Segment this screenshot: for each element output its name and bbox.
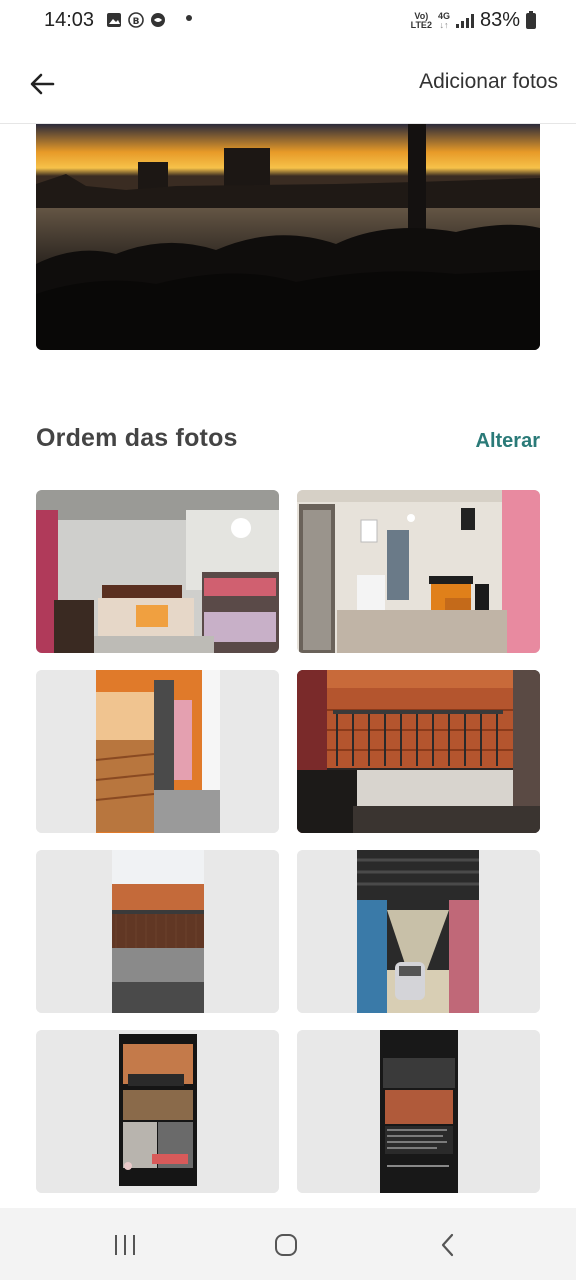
- change-order-link[interactable]: Alterar: [476, 430, 540, 453]
- balcony-view-image: [297, 670, 540, 833]
- kitchen-image: [297, 490, 540, 653]
- status-right: Vo) LTE2 4G ↓↑ 83%: [411, 9, 536, 32]
- network-type-indicator: 4G ↓↑: [437, 10, 450, 30]
- battery-icon: [526, 10, 536, 29]
- photo-tile-kitchen[interactable]: [297, 490, 540, 653]
- navigation-bar: [0, 1208, 576, 1280]
- home-button[interactable]: [266, 1230, 306, 1260]
- back-button[interactable]: [24, 66, 60, 102]
- home-icon: [275, 1234, 297, 1256]
- app-bar: Adicionar fotos: [0, 44, 576, 124]
- photo-tile-screenshot-ad-1[interactable]: [36, 1030, 279, 1193]
- photo-tile-balcony-rooftops[interactable]: [36, 850, 279, 1013]
- bedroom-image: [36, 490, 279, 653]
- photo-tile-balcony-view[interactable]: [297, 670, 540, 833]
- photo-tile-bedroom[interactable]: [36, 490, 279, 653]
- status-bar: 14:03 B Vo) LTE2 4G ↓↑ 83%: [0, 0, 576, 44]
- battery-percentage: 83%: [479, 9, 520, 31]
- gallery-notification-icon: [107, 13, 121, 27]
- cover-photo-image: [36, 124, 540, 350]
- photo-tile-corridor-parking[interactable]: [297, 850, 540, 1013]
- balcony-rooftops-image: [36, 850, 279, 1013]
- volte-indicator: Vo) LTE2: [410, 10, 432, 30]
- screenshot-ad-2-image: [297, 1030, 540, 1193]
- notification-icons: B: [106, 12, 166, 28]
- b-app-notification-icon: B: [128, 12, 144, 28]
- photo-tile-balcony-door[interactable]: [36, 670, 279, 833]
- recent-apps-icon: [115, 1235, 135, 1255]
- svg-text:B: B: [133, 17, 140, 27]
- screenshot-ad-1-image: [36, 1030, 279, 1193]
- signal-icon: [455, 13, 474, 28]
- add-photos-button[interactable]: Adicionar fotos: [419, 70, 558, 94]
- recent-apps-button[interactable]: [105, 1230, 145, 1260]
- back-nav-icon: [441, 1233, 454, 1257]
- corridor-parking-image: [297, 850, 540, 1013]
- photo-tile-screenshot-ad-2[interactable]: [297, 1030, 540, 1193]
- arrow-left-icon: [30, 73, 55, 95]
- status-time: 14:03: [44, 9, 95, 31]
- more-notifications-dot: [186, 15, 192, 21]
- chat-notification-icon: [151, 13, 165, 27]
- section-title: Ordem das fotos: [36, 424, 238, 452]
- cover-photo[interactable]: [36, 124, 540, 350]
- balcony-door-image: [36, 670, 279, 833]
- back-nav-button[interactable]: [428, 1230, 468, 1260]
